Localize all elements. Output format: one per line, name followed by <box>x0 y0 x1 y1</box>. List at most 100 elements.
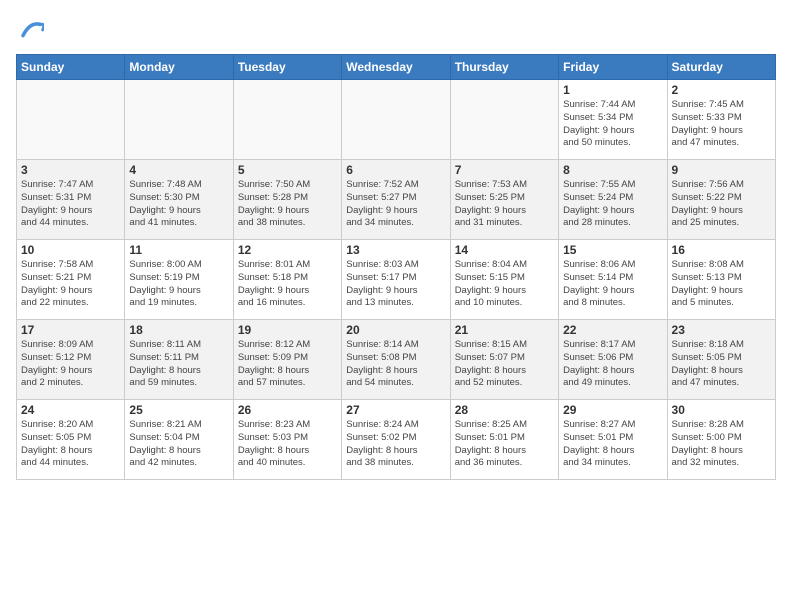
calendar-cell: 25 Sunrise: 8:21 AM Sunset: 5:04 PM Dayli… <box>125 400 233 480</box>
day-number: 27 <box>346 403 445 417</box>
calendar-cell: 2 Sunrise: 7:45 AM Sunset: 5:33 PM Daylig… <box>667 80 775 160</box>
day-number: 20 <box>346 323 445 337</box>
week-row-1: 1 Sunrise: 7:44 AM Sunset: 5:34 PM Daylig… <box>17 80 776 160</box>
day-info: Sunrise: 8:14 AM Sunset: 5:08 PM Dayligh… <box>346 339 445 390</box>
day-number: 26 <box>238 403 337 417</box>
day-number: 24 <box>21 403 120 417</box>
day-info: Sunrise: 7:56 AM Sunset: 5:22 PM Dayligh… <box>672 179 771 230</box>
day-info: Sunrise: 7:44 AM Sunset: 5:34 PM Dayligh… <box>563 99 662 150</box>
calendar-cell: 28 Sunrise: 8:25 AM Sunset: 5:01 PM Dayli… <box>450 400 558 480</box>
day-number: 22 <box>563 323 662 337</box>
calendar-cell: 10 Sunrise: 7:58 AM Sunset: 5:21 PM Dayli… <box>17 240 125 320</box>
calendar-cell: 12Sunrise: 8:01 AM Sunset: 5:18 PM Dayli… <box>233 240 341 320</box>
day-number: 30 <box>672 403 771 417</box>
day-info: Sunrise: 8:24 AM Sunset: 5:02 PM Dayligh… <box>346 419 445 470</box>
weekday-header-monday: Monday <box>125 55 233 80</box>
day-number: 11 <box>129 243 228 257</box>
day-info: Sunrise: 7:52 AM Sunset: 5:27 PM Dayligh… <box>346 179 445 230</box>
day-info: Sunrise: 7:50 AM Sunset: 5:28 PM Dayligh… <box>238 179 337 230</box>
logo <box>16 16 48 44</box>
calendar-cell: 9 Sunrise: 7:56 AM Sunset: 5:22 PM Daylig… <box>667 160 775 240</box>
calendar-cell <box>233 80 341 160</box>
day-number: 25 <box>129 403 228 417</box>
calendar-cell: 16 Sunrise: 8:08 AM Sunset: 5:13 PM Dayli… <box>667 240 775 320</box>
day-info: Sunrise: 8:28 AM Sunset: 5:00 PM Dayligh… <box>672 419 771 470</box>
day-info: Sunrise: 8:27 AM Sunset: 5:01 PM Dayligh… <box>563 419 662 470</box>
day-info: Sunrise: 8:03 AM Sunset: 5:17 PM Dayligh… <box>346 259 445 310</box>
day-number: 10 <box>21 243 120 257</box>
weekday-header-saturday: Saturday <box>667 55 775 80</box>
day-info: Sunrise: 8:12 AM Sunset: 5:09 PM Dayligh… <box>238 339 337 390</box>
logo-icon <box>16 16 44 44</box>
weekday-header-friday: Friday <box>559 55 667 80</box>
day-number: 3 <box>21 163 120 177</box>
day-info: Sunrise: 8:18 AM Sunset: 5:05 PM Dayligh… <box>672 339 771 390</box>
week-row-4: 17Sunrise: 8:09 AM Sunset: 5:12 PM Dayli… <box>17 320 776 400</box>
week-row-3: 10 Sunrise: 7:58 AM Sunset: 5:21 PM Dayli… <box>17 240 776 320</box>
day-number: 14 <box>455 243 554 257</box>
calendar-cell <box>342 80 450 160</box>
day-number: 19 <box>238 323 337 337</box>
calendar-cell: 13Sunrise: 8:03 AM Sunset: 5:17 PM Dayli… <box>342 240 450 320</box>
day-info: Sunrise: 8:15 AM Sunset: 5:07 PM Dayligh… <box>455 339 554 390</box>
day-info: Sunrise: 7:58 AM Sunset: 5:21 PM Dayligh… <box>21 259 120 310</box>
page-header <box>16 16 776 44</box>
calendar-cell: 7 Sunrise: 7:53 AM Sunset: 5:25 PM Daylig… <box>450 160 558 240</box>
week-row-5: 24 Sunrise: 8:20 AM Sunset: 5:05 PM Dayli… <box>17 400 776 480</box>
calendar-cell: 27 Sunrise: 8:24 AM Sunset: 5:02 PM Dayli… <box>342 400 450 480</box>
day-info: Sunrise: 8:06 AM Sunset: 5:14 PM Dayligh… <box>563 259 662 310</box>
day-info: Sunrise: 8:11 AM Sunset: 5:11 PM Dayligh… <box>129 339 228 390</box>
calendar-cell: 20 Sunrise: 8:14 AM Sunset: 5:08 PM Dayli… <box>342 320 450 400</box>
calendar-cell <box>450 80 558 160</box>
weekday-header-sunday: Sunday <box>17 55 125 80</box>
weekday-header-tuesday: Tuesday <box>233 55 341 80</box>
page-container: SundayMondayTuesdayWednesdayThursdayFrid… <box>0 0 792 488</box>
day-number: 29 <box>563 403 662 417</box>
day-info: Sunrise: 8:25 AM Sunset: 5:01 PM Dayligh… <box>455 419 554 470</box>
weekday-header-thursday: Thursday <box>450 55 558 80</box>
day-number: 8 <box>563 163 662 177</box>
calendar-cell: 24 Sunrise: 8:20 AM Sunset: 5:05 PM Dayli… <box>17 400 125 480</box>
day-number: 2 <box>672 83 771 97</box>
weekday-header-wednesday: Wednesday <box>342 55 450 80</box>
calendar-cell <box>17 80 125 160</box>
day-number: 28 <box>455 403 554 417</box>
day-number: 15 <box>563 243 662 257</box>
calendar-cell: 15 Sunrise: 8:06 AM Sunset: 5:14 PM Dayli… <box>559 240 667 320</box>
day-number: 16 <box>672 243 771 257</box>
calendar-cell: 6 Sunrise: 7:52 AM Sunset: 5:27 PM Daylig… <box>342 160 450 240</box>
calendar-cell: 23 Sunrise: 8:18 AM Sunset: 5:05 PM Dayli… <box>667 320 775 400</box>
day-number: 1 <box>563 83 662 97</box>
day-info: Sunrise: 7:55 AM Sunset: 5:24 PM Dayligh… <box>563 179 662 230</box>
calendar-cell: 29 Sunrise: 8:27 AM Sunset: 5:01 PM Dayli… <box>559 400 667 480</box>
week-row-2: 3 Sunrise: 7:47 AM Sunset: 5:31 PM Daylig… <box>17 160 776 240</box>
day-number: 9 <box>672 163 771 177</box>
calendar-cell: 5 Sunrise: 7:50 AM Sunset: 5:28 PM Daylig… <box>233 160 341 240</box>
calendar-cell: 11 Sunrise: 8:00 AM Sunset: 5:19 PM Dayli… <box>125 240 233 320</box>
day-info: Sunrise: 7:53 AM Sunset: 5:25 PM Dayligh… <box>455 179 554 230</box>
day-number: 7 <box>455 163 554 177</box>
day-info: Sunrise: 8:20 AM Sunset: 5:05 PM Dayligh… <box>21 419 120 470</box>
weekday-header-row: SundayMondayTuesdayWednesdayThursdayFrid… <box>17 55 776 80</box>
day-info: Sunrise: 8:08 AM Sunset: 5:13 PM Dayligh… <box>672 259 771 310</box>
calendar-cell: 4Sunrise: 7:48 AM Sunset: 5:30 PM Daylig… <box>125 160 233 240</box>
calendar-cell: 19 Sunrise: 8:12 AM Sunset: 5:09 PM Dayli… <box>233 320 341 400</box>
day-number: 5 <box>238 163 337 177</box>
calendar-cell: 8 Sunrise: 7:55 AM Sunset: 5:24 PM Daylig… <box>559 160 667 240</box>
calendar-cell: 3 Sunrise: 7:47 AM Sunset: 5:31 PM Daylig… <box>17 160 125 240</box>
day-number: 6 <box>346 163 445 177</box>
day-info: Sunrise: 8:01 AM Sunset: 5:18 PM Dayligh… <box>238 259 337 310</box>
day-number: 18 <box>129 323 228 337</box>
calendar-cell <box>125 80 233 160</box>
day-number: 23 <box>672 323 771 337</box>
day-info: Sunrise: 7:47 AM Sunset: 5:31 PM Dayligh… <box>21 179 120 230</box>
calendar-table: SundayMondayTuesdayWednesdayThursdayFrid… <box>16 54 776 480</box>
day-info: Sunrise: 7:45 AM Sunset: 5:33 PM Dayligh… <box>672 99 771 150</box>
day-info: Sunrise: 7:48 AM Sunset: 5:30 PM Dayligh… <box>129 179 228 230</box>
calendar-cell: 21Sunrise: 8:15 AM Sunset: 5:07 PM Dayli… <box>450 320 558 400</box>
day-info: Sunrise: 8:00 AM Sunset: 5:19 PM Dayligh… <box>129 259 228 310</box>
calendar-cell: 26 Sunrise: 8:23 AM Sunset: 5:03 PM Dayli… <box>233 400 341 480</box>
calendar-cell: 17Sunrise: 8:09 AM Sunset: 5:12 PM Dayli… <box>17 320 125 400</box>
day-info: Sunrise: 8:21 AM Sunset: 5:04 PM Dayligh… <box>129 419 228 470</box>
day-info: Sunrise: 8:23 AM Sunset: 5:03 PM Dayligh… <box>238 419 337 470</box>
